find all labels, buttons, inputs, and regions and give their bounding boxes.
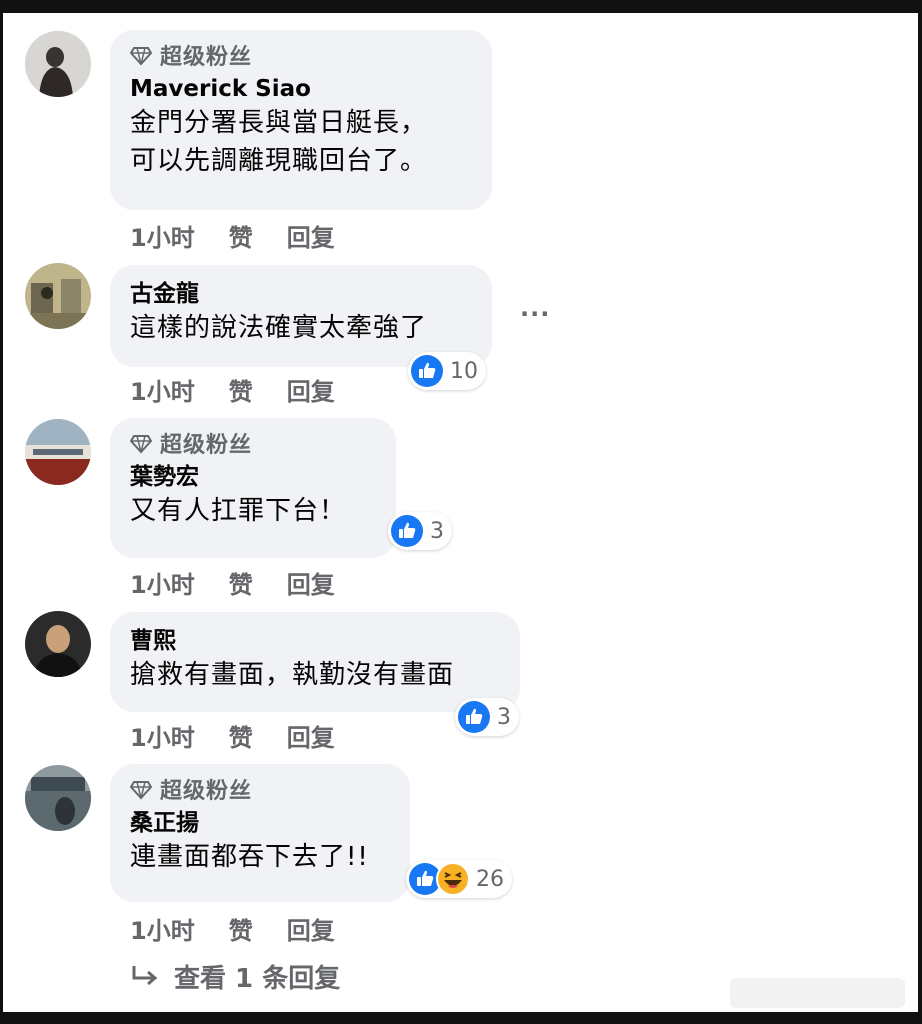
comment-author[interactable]: 曹熙 xyxy=(130,626,500,656)
like-button[interactable]: 赞 xyxy=(229,218,253,253)
comment-actions: 1小时 赞 回复 xyxy=(130,911,335,946)
reaction-count: 10 xyxy=(450,358,478,384)
comment-author[interactable]: 桑正揚 xyxy=(130,808,390,838)
reply-button[interactable]: 回复 xyxy=(287,911,335,946)
reply-button[interactable]: 回复 xyxy=(287,218,335,253)
reaction-summary[interactable]: 26 xyxy=(406,860,512,898)
reaction-summary[interactable]: 3 xyxy=(388,512,452,550)
reaction-summary[interactable]: 10 xyxy=(408,352,486,390)
screen-frame-right xyxy=(918,13,922,1012)
comment-actions: 1小时 赞 回复 xyxy=(130,372,335,407)
reaction-count: 3 xyxy=(430,518,444,544)
like-button[interactable]: 赞 xyxy=(229,718,253,753)
fan-label: 超级粉丝 xyxy=(160,433,253,458)
diamond-icon xyxy=(130,47,152,66)
comment-author[interactable]: 葉勢宏 xyxy=(130,462,376,492)
comment-actions: 1小时 赞 回复 xyxy=(130,218,335,253)
comment-author[interactable]: Maverick Siao xyxy=(130,74,472,104)
avatar[interactable] xyxy=(25,263,91,329)
like-button[interactable]: 赞 xyxy=(229,565,253,600)
thumbs-up-icon xyxy=(391,515,423,547)
comment-actions: 1小时 赞 回复 xyxy=(130,565,335,600)
reply-button[interactable]: 回复 xyxy=(287,565,335,600)
comment-text-line: 搶救有畫面，執勤沒有畫面 xyxy=(130,660,455,690)
fan-label: 超级粉丝 xyxy=(160,779,253,804)
comment-author[interactable]: 古金龍 xyxy=(130,279,472,309)
thumbs-up-icon xyxy=(411,355,443,387)
comment-text-line: 可以先調離現職回台了。 xyxy=(130,146,428,176)
comment-text-line: 連畫面都吞下去了!! xyxy=(130,842,369,872)
comment-bubble: 曹熙 搶救有畫面，執勤沒有畫面 xyxy=(110,612,520,712)
avatar[interactable] xyxy=(25,765,91,831)
avatar[interactable] xyxy=(25,611,91,677)
comment-bubble: 超级粉丝 Maverick Siao 金門分署長與當日艇長， 可以先調離現職回台… xyxy=(110,30,492,210)
top-fan-badge: 超级粉丝 xyxy=(130,776,390,804)
view-replies-label: 查看 1 条回复 xyxy=(174,964,341,994)
haha-emoji-icon xyxy=(436,862,470,896)
comment-text-line: 這樣的說法確實太牽強了 xyxy=(130,313,428,343)
thumbs-up-icon xyxy=(458,701,490,733)
watermark xyxy=(730,978,905,1008)
comment-text-line: 金門分署長與當日艇長， xyxy=(130,108,428,138)
reaction-count: 3 xyxy=(497,704,511,730)
reaction-summary[interactable]: 3 xyxy=(455,698,519,736)
top-fan-badge: 超级粉丝 xyxy=(130,430,376,458)
reply-button[interactable]: 回复 xyxy=(287,372,335,407)
comment-text-line: 又有人扛罪下台！ xyxy=(130,496,347,526)
avatar[interactable] xyxy=(25,419,91,485)
comment-actions: 1小时 赞 回复 xyxy=(130,718,335,753)
comment-time: 1小时 xyxy=(130,917,195,945)
reaction-count: 26 xyxy=(476,866,504,892)
avatar[interactable] xyxy=(25,31,91,97)
like-button[interactable]: 赞 xyxy=(229,911,253,946)
comment-time: 1小时 xyxy=(130,724,195,752)
reply-button[interactable]: 回复 xyxy=(287,718,335,753)
comment-bubble: 超级粉丝 桑正揚 連畫面都吞下去了!! xyxy=(110,764,410,902)
reply-arrow-icon xyxy=(132,965,158,985)
screen-frame-top xyxy=(0,0,922,13)
top-fan-badge: 超级粉丝 xyxy=(130,42,472,70)
comment-time: 1小时 xyxy=(130,571,195,599)
comment-bubble: 超级粉丝 葉勢宏 又有人扛罪下台！ xyxy=(110,418,396,558)
view-replies-link[interactable]: 查看 1 条回复 xyxy=(130,958,340,995)
screen-frame-bottom xyxy=(0,1012,922,1024)
like-button[interactable]: 赞 xyxy=(229,372,253,407)
diamond-icon xyxy=(130,435,152,454)
fan-label: 超级粉丝 xyxy=(160,45,253,70)
diamond-icon xyxy=(130,781,152,800)
comment-time: 1小时 xyxy=(130,224,195,252)
comment-time: 1小时 xyxy=(130,378,195,406)
more-options-icon[interactable]: ··· xyxy=(520,300,550,328)
screen-frame-left xyxy=(0,13,3,1012)
